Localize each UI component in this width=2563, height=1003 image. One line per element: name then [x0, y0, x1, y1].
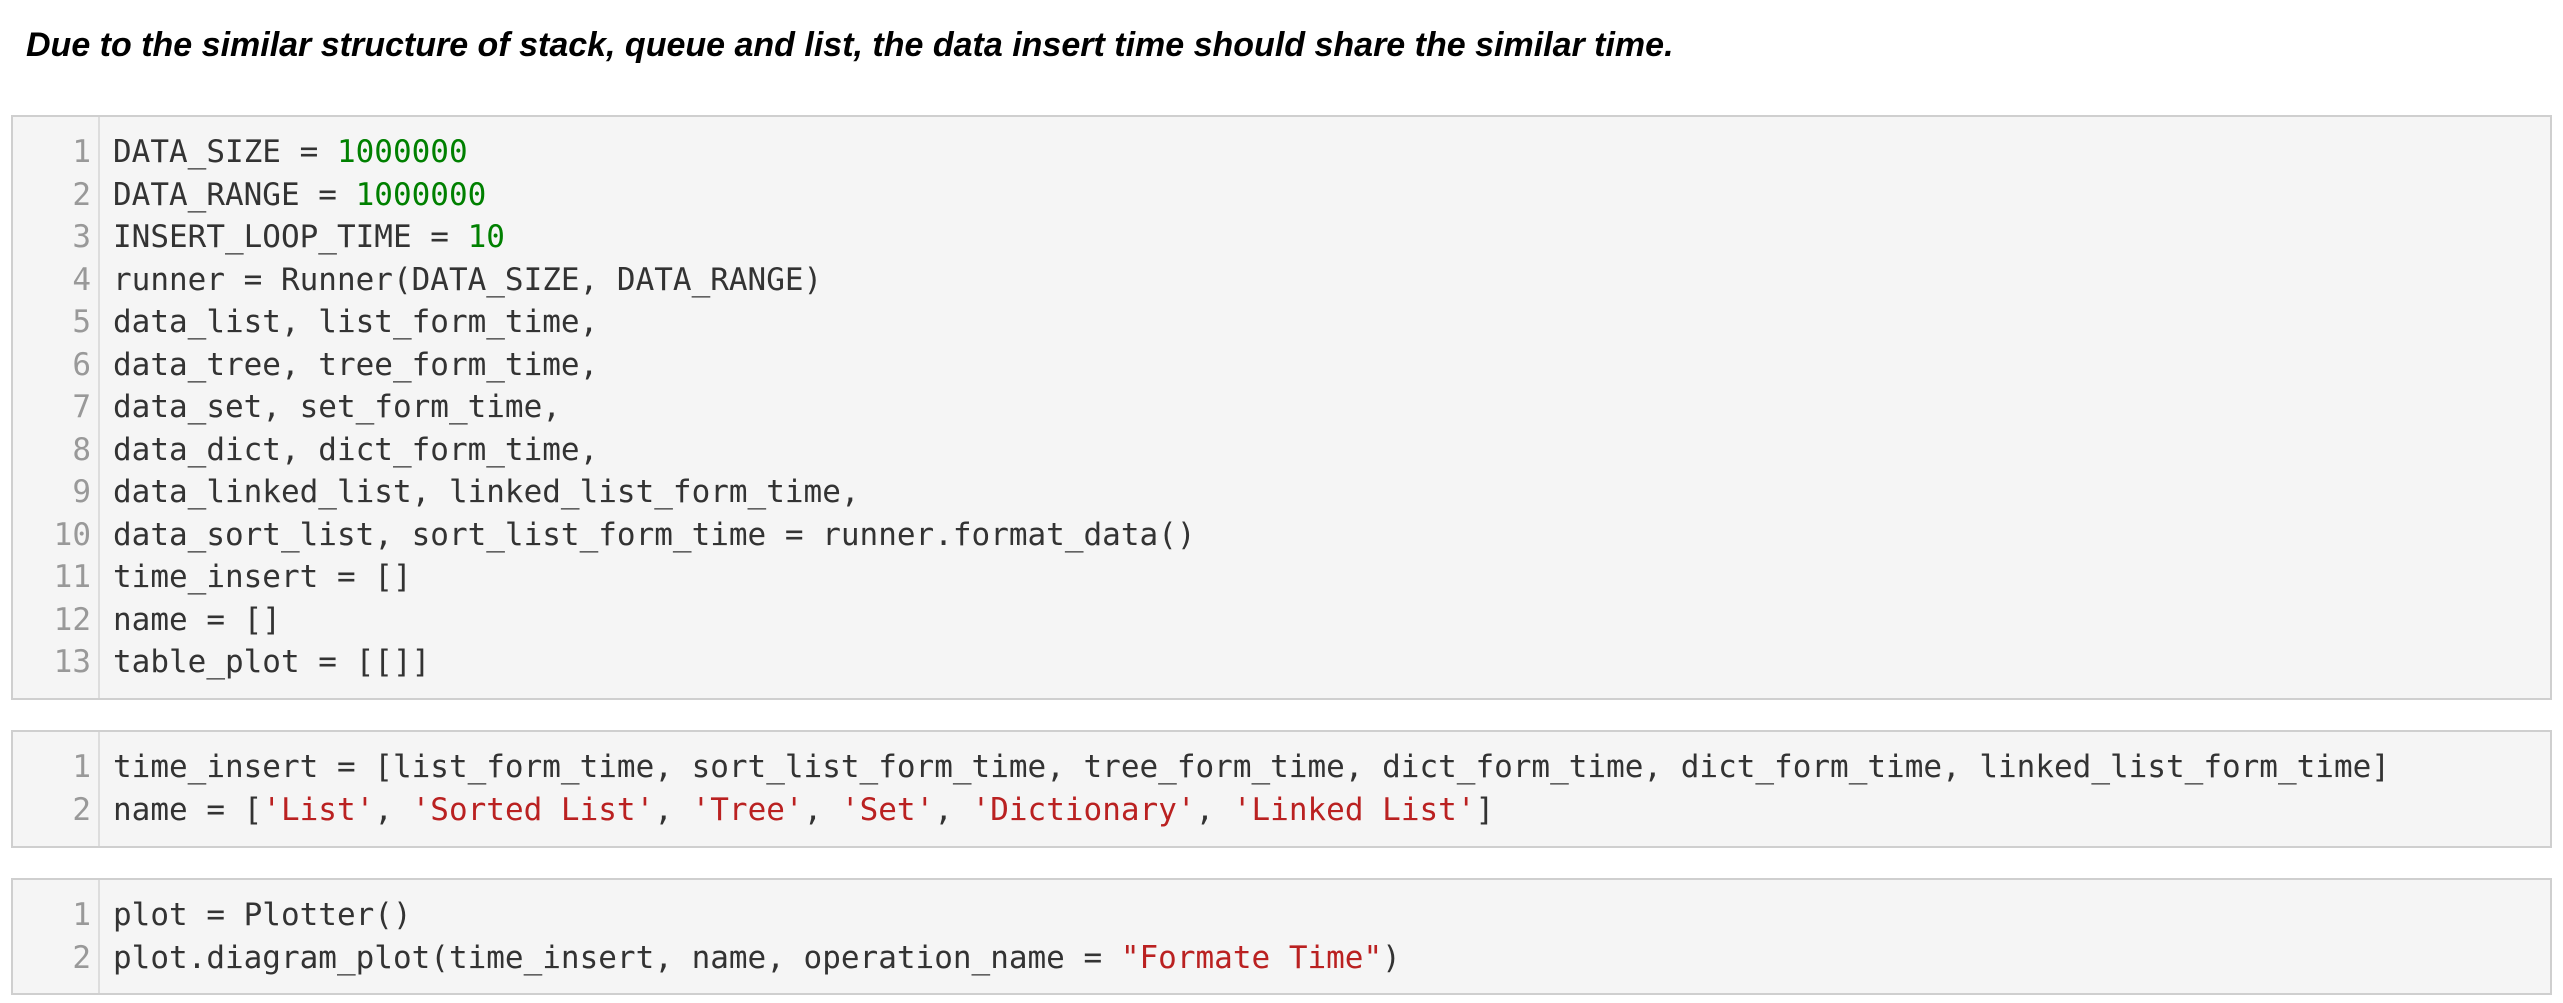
line-number: 6	[72, 346, 91, 383]
code-token: data_list, list_form_time,	[113, 304, 599, 340]
code-text[interactable]: data_dict, dict_form_time,	[113, 429, 598, 472]
number-token: 1000000	[355, 176, 487, 213]
code-line[interactable]: 5 data_list, list_form_time,	[13, 301, 2550, 344]
code-cell-3[interactable]: 1 plot = Plotter() 2 plot.diagram_plot(time…	[11, 878, 2552, 995]
code-token: data_dict, dict_form_time,	[113, 431, 599, 468]
number-token: 10	[467, 219, 505, 255]
line-number: 1	[72, 897, 91, 933]
code-text[interactable]: data_list, list_form_time,	[113, 301, 598, 344]
code-text[interactable]: DATA_SIZE = 1000000	[113, 131, 468, 174]
line-number: 7	[72, 389, 91, 425]
string-token: 'Sorted List'	[411, 791, 655, 828]
code-line[interactable]: 2 plot.diagram_plot(time_insert, name, op…	[13, 937, 2550, 980]
code-token: data_set, set_form_time,	[113, 389, 561, 425]
code-line[interactable]: 12 name = []	[13, 599, 2550, 642]
code-text[interactable]: name = []	[113, 599, 281, 642]
code-text[interactable]: DATA_RANGE = 1000000	[113, 174, 486, 217]
code-text[interactable]: plot = Plotter()	[113, 894, 412, 937]
string-token: "Formate Time"	[1120, 939, 1383, 976]
code-text[interactable]: table_plot = [[]]	[113, 641, 430, 684]
code-token: table_plot = [[]]	[113, 644, 431, 680]
code-editor[interactable]: 1 plot = Plotter() 2 plot.diagram_plot(time…	[13, 894, 2550, 979]
code-token: name = []	[113, 601, 281, 638]
code-token: ,	[374, 791, 412, 828]
code-token: ,	[803, 791, 841, 828]
code-cell-1[interactable]: 1 DATA_SIZE = 1000000 2 DATA_RANGE = 100000…	[11, 115, 2552, 700]
code-editor[interactable]: 1 time_insert = [list_form_time, sort_lis…	[13, 746, 2550, 831]
markdown-heading: Due to the similar structure of stack, q…	[26, 26, 1674, 64]
code-token: DATA_SIZE =	[113, 134, 337, 170]
code-text[interactable]: name = ['List', 'Sorted List', 'Tree', '…	[113, 789, 1494, 832]
line-number: 3	[72, 219, 91, 255]
code-token: )	[1382, 939, 1401, 976]
code-line[interactable]: 13 table_plot = [[]]	[13, 641, 2550, 684]
line-number: 8	[72, 431, 91, 468]
code-token: data_tree, tree_form_time,	[113, 346, 599, 383]
code-token: data_linked_list, linked_list_form_time,	[113, 474, 860, 510]
code-text[interactable]: data_tree, tree_form_time,	[113, 344, 598, 387]
line-number: 5	[72, 304, 91, 340]
code-line[interactable]: 2 name = ['List', 'Sorted List', 'Tree', …	[13, 789, 2550, 832]
line-number: 2	[72, 791, 91, 828]
code-token: time_insert = [list_form_time, sort_list…	[113, 749, 2390, 785]
code-token: ,	[654, 791, 692, 828]
code-line[interactable]: 3 INSERT_LOOP_TIME = 10	[13, 216, 2550, 259]
code-line[interactable]: 11 time_insert = []	[13, 556, 2550, 599]
code-line[interactable]: 1 time_insert = [list_form_time, sort_lis…	[13, 746, 2550, 789]
code-token: ,	[934, 791, 972, 828]
string-token: 'List'	[262, 791, 375, 828]
string-token: 'Tree'	[691, 791, 804, 828]
code-line[interactable]: 7 data_set, set_form_time,	[13, 386, 2550, 429]
code-token: INSERT_LOOP_TIME =	[113, 219, 468, 255]
line-number: 12	[53, 601, 91, 638]
code-token: ,	[1195, 791, 1233, 828]
code-editor[interactable]: 1 DATA_SIZE = 1000000 2 DATA_RANGE = 100000…	[13, 131, 2550, 684]
code-line[interactable]: 1 plot = Plotter()	[13, 894, 2550, 937]
code-line[interactable]: 9 data_linked_list, linked_list_form_time…	[13, 471, 2550, 514]
line-number: 2	[72, 939, 91, 976]
line-number: 13	[53, 644, 91, 680]
code-cell-2[interactable]: 1 time_insert = [list_form_time, sort_lis…	[11, 730, 2552, 848]
code-text[interactable]: data_sort_list, sort_list_form_time = ru…	[113, 514, 1196, 557]
code-token: plot.diagram_plot(time_insert, name, ope…	[113, 939, 1121, 976]
code-text[interactable]: data_linked_list, linked_list_form_time,	[113, 471, 860, 514]
code-token: time_insert = []	[113, 559, 412, 595]
code-text[interactable]: time_insert = [list_form_time, sort_list…	[113, 746, 2390, 789]
line-number: 2	[72, 176, 91, 213]
string-token: 'Linked List'	[1232, 791, 1476, 828]
code-line[interactable]: 10 data_sort_list, sort_list_form_time = …	[13, 514, 2550, 557]
code-token: runner = Runner(DATA_SIZE, DATA_RANGE)	[113, 261, 823, 298]
line-number: 11	[53, 559, 91, 595]
line-number: 10	[53, 516, 91, 553]
code-text[interactable]: data_set, set_form_time,	[113, 386, 561, 429]
code-text[interactable]: runner = Runner(DATA_SIZE, DATA_RANGE)	[113, 259, 822, 302]
code-token: plot = Plotter()	[113, 897, 412, 933]
code-text[interactable]: plot.diagram_plot(time_insert, name, ope…	[113, 937, 1401, 980]
line-number: 1	[72, 749, 91, 785]
line-number: 1	[72, 134, 91, 170]
code-text[interactable]: time_insert = []	[113, 556, 412, 599]
string-token: 'Set'	[840, 791, 935, 828]
code-token: DATA_RANGE =	[113, 176, 356, 213]
code-text[interactable]: INSERT_LOOP_TIME = 10	[113, 216, 505, 259]
code-line[interactable]: 2 DATA_RANGE = 1000000	[13, 174, 2550, 217]
code-line[interactable]: 8 data_dict, dict_form_time,	[13, 429, 2550, 472]
code-line[interactable]: 6 data_tree, tree_form_time,	[13, 344, 2550, 387]
line-number: 9	[72, 474, 91, 510]
code-line[interactable]: 4 runner = Runner(DATA_SIZE, DATA_RANGE)	[13, 259, 2550, 302]
number-token: 1000000	[336, 134, 468, 170]
line-number: 4	[72, 261, 91, 298]
code-token: ]	[1475, 791, 1495, 828]
code-token: name = [	[113, 791, 263, 828]
code-token: data_sort_list, sort_list_form_time = ru…	[113, 516, 1196, 553]
code-line[interactable]: 1 DATA_SIZE = 1000000	[13, 131, 2550, 174]
string-token: 'Dictionary'	[971, 791, 1196, 828]
